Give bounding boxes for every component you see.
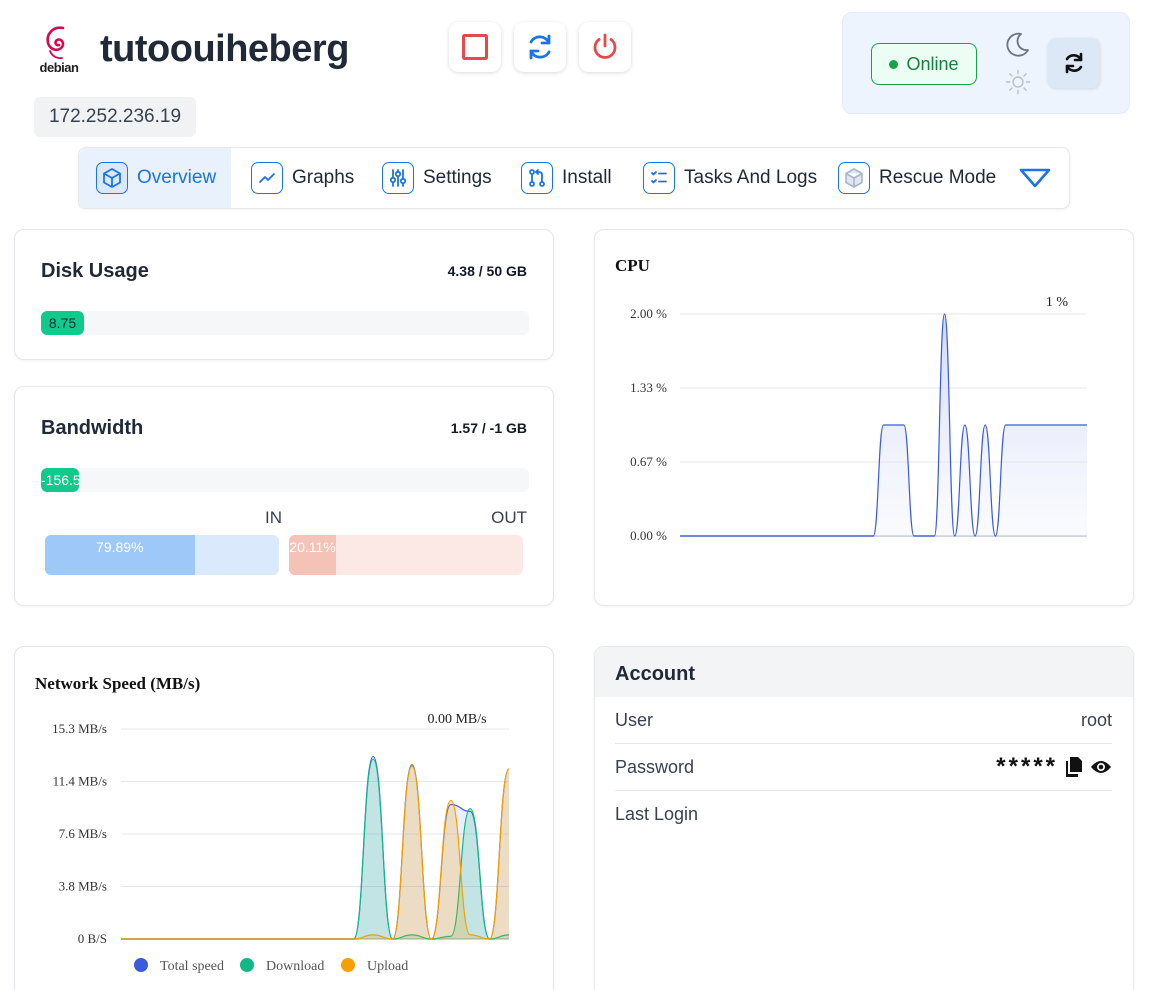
password-mask: ***** (996, 753, 1058, 780)
disk-usage-bar: 8.75 (41, 311, 529, 335)
bandwidth-in-fill: 79.89% (45, 535, 195, 575)
network-speed-chart: 0.00 MB/s 15.3 MB/s 11.4 MB/s 7.6 MB/s 3.8 … (52, 712, 510, 974)
cube-icon (96, 162, 128, 194)
nav-tabs: Overview Graphs Settings Install Tasks A… (78, 147, 1070, 209)
cpu-chart: 1 % 2.00 % 1.33 % 0.67 % 0.00 % (630, 295, 1087, 543)
account-last-login-row: Last Login (615, 791, 1112, 838)
sliders-icon (382, 162, 414, 194)
bandwidth-in-label: IN (265, 508, 282, 527)
rescue-cube-icon (838, 162, 870, 194)
cpu-tick-label: 0.00 % (630, 528, 667, 543)
status-panel: Online (842, 12, 1130, 114)
last-login-label: Last Login (615, 804, 699, 824)
tab-tasks-and-logs[interactable]: Tasks And Logs (643, 148, 817, 208)
debian-swirl-icon (46, 26, 65, 60)
cpu-tick-label: 0.67 % (630, 454, 667, 469)
stop-button[interactable] (449, 22, 501, 72)
tab-settings[interactable]: Settings (382, 148, 492, 208)
disk-usage-fill: 8.75 (41, 311, 84, 335)
bandwidth-value: 1.57 / -1 GB (450, 420, 527, 436)
bandwidth-out-label: OUT (491, 508, 527, 527)
account-user-row: User root (615, 697, 1112, 744)
network-tick-label: 3.8 MB/s (59, 879, 107, 894)
tab-overview[interactable]: Overview (79, 148, 231, 208)
bandwidth-card: Bandwidth 1.57 / -1 GB -156.5 IN OUT 79.… (14, 386, 554, 606)
eye-icon[interactable] (1090, 759, 1112, 775)
user-label: User (615, 709, 654, 730)
debian-logo: debian (36, 22, 82, 78)
legend-label[interactable]: Download (266, 959, 324, 974)
account-title: Account (595, 647, 1133, 697)
tab-rescue-mode[interactable]: Rescue Mode (838, 148, 996, 208)
disk-usage-title: Disk Usage (41, 260, 149, 282)
tab-label: Tasks And Logs (684, 167, 818, 188)
bandwidth-title: Bandwidth (41, 417, 144, 439)
account-password-row: Password ***** (615, 744, 1112, 791)
status-dot (889, 59, 899, 69)
bandwidth-bar: -156.5 (41, 468, 529, 492)
tab-label: Settings (423, 167, 492, 188)
tab-graphs[interactable]: Graphs (251, 148, 354, 208)
bandwidth-out-bar: 20.11% (289, 535, 523, 575)
cpu-tick-label: 1.33 % (630, 380, 667, 395)
legend-label[interactable]: Total speed (160, 959, 224, 974)
bandwidth-in-bar: 79.89% (45, 535, 279, 575)
user-value[interactable]: root (1081, 710, 1112, 731)
network-tick-label: 11.4 MB/s (53, 774, 107, 789)
legend-label[interactable]: Upload (367, 959, 408, 974)
stop-square-icon (462, 34, 488, 60)
disk-usage-value: 4.38 / 50 GB (447, 263, 527, 279)
tasks-icon (643, 162, 675, 194)
status-text: Online (906, 53, 959, 74)
server-ip[interactable]: 172.252.236.19 (34, 97, 196, 137)
tab-label: Install (562, 167, 612, 188)
cpu-current-label: 1 % (1046, 295, 1069, 310)
server-hostname: tutoouiheberg (100, 28, 349, 70)
cpu-card: CPU 1 % 2.00 % 1.33 % 0.67 % 0.00 % (594, 229, 1134, 606)
sun-icon[interactable] (1005, 69, 1031, 95)
power-button[interactable] (579, 22, 631, 72)
legend-swatch (134, 958, 148, 972)
tab-label: Rescue Mode (879, 167, 997, 188)
restart-button[interactable] (514, 22, 566, 72)
moon-icon[interactable] (1003, 31, 1031, 59)
legend-swatch (240, 958, 254, 972)
bandwidth-out-fill: 20.11% (289, 535, 337, 575)
sync-icon (1065, 52, 1083, 74)
password-controls: ***** (996, 753, 1112, 781)
copy-icon[interactable] (1066, 757, 1082, 777)
tab-label: Graphs (292, 167, 355, 188)
os-label: debian (39, 60, 79, 75)
network-series-area (121, 766, 509, 939)
network-speed-card: Network Speed (MB/s) 0.00 MB/s 15.3 MB/s… (14, 646, 554, 990)
cpu-tick-label: 2.00 % (630, 306, 667, 321)
server-dashboard: debian tutoouiheberg 172.252.236.19 Onli… (0, 0, 1154, 990)
git-pull-icon (521, 162, 553, 194)
account-card: Account User root Password ***** Last Lo… (594, 646, 1134, 990)
chart-line-icon (251, 162, 283, 194)
restart-icon (529, 34, 551, 60)
network-current-label: 0.00 MB/s (427, 712, 486, 727)
refresh-button[interactable] (1048, 38, 1100, 88)
status-badge: Online (871, 43, 977, 85)
tab-install[interactable]: Install (521, 148, 612, 208)
bandwidth-fill: -156.5 (41, 468, 79, 492)
tabs-more-chevron-icon[interactable] (1019, 166, 1051, 190)
network-tick-label: 0 B/S (78, 931, 107, 946)
power-icon (593, 33, 617, 59)
tab-label: Overview (137, 167, 217, 188)
disk-usage-card: Disk Usage 4.38 / 50 GB 8.75 (14, 229, 554, 360)
network-tick-label: 7.6 MB/s (59, 826, 107, 841)
legend-swatch (341, 958, 355, 972)
network-tick-label: 15.3 MB/s (52, 721, 107, 736)
password-label: Password (615, 756, 695, 777)
